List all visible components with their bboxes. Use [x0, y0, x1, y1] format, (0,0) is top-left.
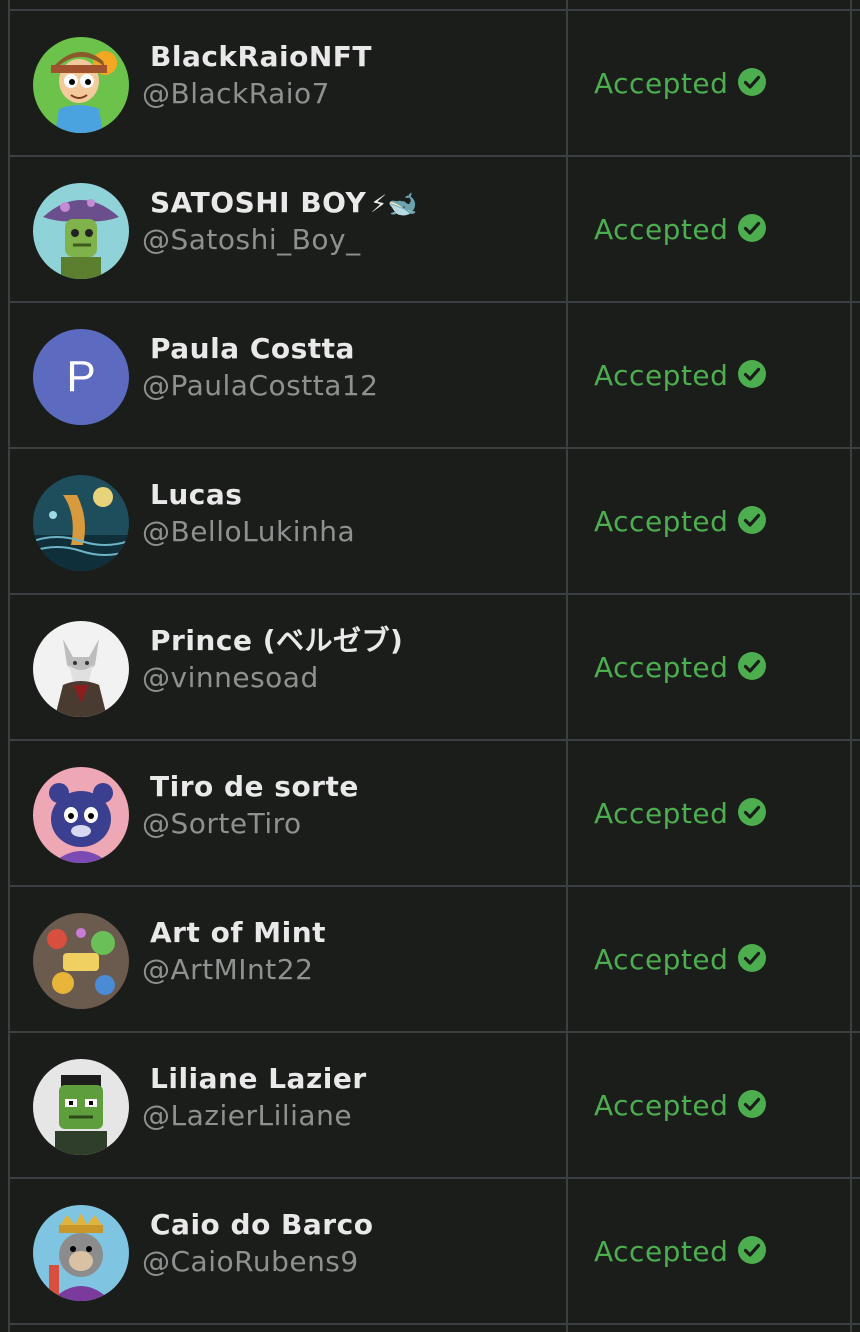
table-row[interactable]: Lucas @BelloLukinha	[10, 449, 566, 593]
member-handle[interactable]: @Satoshi_Boy_	[142, 223, 361, 257]
status-accepted: Accepted	[594, 505, 834, 539]
member-name: Prince (ベルゼブ)	[150, 624, 404, 657]
member-name: SATOSHI BOY ⚡🐋	[150, 186, 418, 219]
check-circle-icon	[738, 506, 767, 534]
member-handle[interactable]: @BelloLukinha	[142, 515, 355, 549]
status-accepted: Accepted	[594, 359, 834, 393]
member-handle[interactable]: @SorteTiro	[142, 807, 302, 841]
member-name: Tiro de sorte	[150, 770, 359, 803]
member-name: Lucas	[150, 478, 243, 511]
table-row[interactable]: Liliane Lazier @LazierLiliane	[10, 1033, 566, 1177]
mushroom-creature-avatar	[33, 183, 129, 279]
member-name: Paula Costta	[150, 332, 355, 365]
table-row[interactable]: P Paula Costta @PaulaCostta12	[10, 303, 566, 447]
art-collage-avatar	[33, 913, 129, 1009]
lightning-whale-emoji: ⚡🐋	[370, 190, 418, 218]
status-accepted: Accepted	[594, 943, 834, 977]
check-circle-icon	[738, 68, 767, 96]
check-circle-icon	[738, 798, 767, 826]
table-row[interactable]: Caio do Barco @CaioRubens9	[10, 1179, 566, 1323]
check-circle-icon	[738, 214, 767, 242]
king-ape-avatar	[33, 1205, 129, 1301]
member-name: BlackRaioNFT	[150, 40, 373, 73]
purple-bear-avatar	[33, 767, 129, 863]
letter-avatar: P	[33, 329, 129, 425]
column-divider	[566, 0, 568, 1332]
member-name: Art of Mint	[150, 916, 327, 949]
member-handle[interactable]: @PaulaCostta12	[142, 369, 378, 403]
table-row[interactable]: SATOSHI BOY ⚡🐋 @Satoshi_Boy_	[10, 157, 566, 301]
zombie-avatar	[33, 1059, 129, 1155]
row-divider	[8, 1323, 860, 1325]
check-circle-icon	[738, 944, 767, 972]
check-circle-icon	[738, 652, 767, 680]
table-row[interactable]: Tiro de sorte @SorteTiro	[10, 741, 566, 885]
avatar-initial: P	[66, 352, 96, 401]
status-accepted: Accepted	[594, 1235, 834, 1269]
status-accepted: Accepted	[594, 1089, 834, 1123]
check-circle-icon	[738, 360, 767, 388]
member-handle[interactable]: @vinnesoad	[142, 661, 319, 695]
member-handle[interactable]: @LazierLiliane	[142, 1099, 352, 1133]
status-accepted: Accepted	[594, 797, 834, 831]
member-handle[interactable]: @ArtMInt22	[142, 953, 313, 987]
ocean-art-avatar	[33, 475, 129, 571]
member-name: Liliane Lazier	[150, 1062, 367, 1095]
member-handle[interactable]: @CaioRubens9	[142, 1245, 359, 1279]
members-table: BlackRaioNFT @BlackRaio7 SATOSHI BOY ⚡🐋 @…	[0, 0, 860, 1332]
table-border-right	[850, 0, 852, 1332]
status-accepted: Accepted	[594, 67, 834, 101]
check-circle-icon	[738, 1090, 767, 1118]
member-handle[interactable]: @BlackRaio7	[142, 77, 330, 111]
table-row[interactable]: BlackRaioNFT @BlackRaio7	[10, 11, 566, 155]
check-circle-icon	[738, 1236, 767, 1264]
wolf-avatar	[33, 621, 129, 717]
member-name: Caio do Barco	[150, 1208, 374, 1241]
table-row[interactable]: Prince (ベルゼブ) @vinnesoad	[10, 595, 566, 739]
status-accepted: Accepted	[594, 213, 834, 247]
status-accepted: Accepted	[594, 651, 834, 685]
cartoon-boy-avatar	[33, 37, 129, 133]
table-row[interactable]: Art of Mint @ArtMInt22	[10, 887, 566, 1031]
